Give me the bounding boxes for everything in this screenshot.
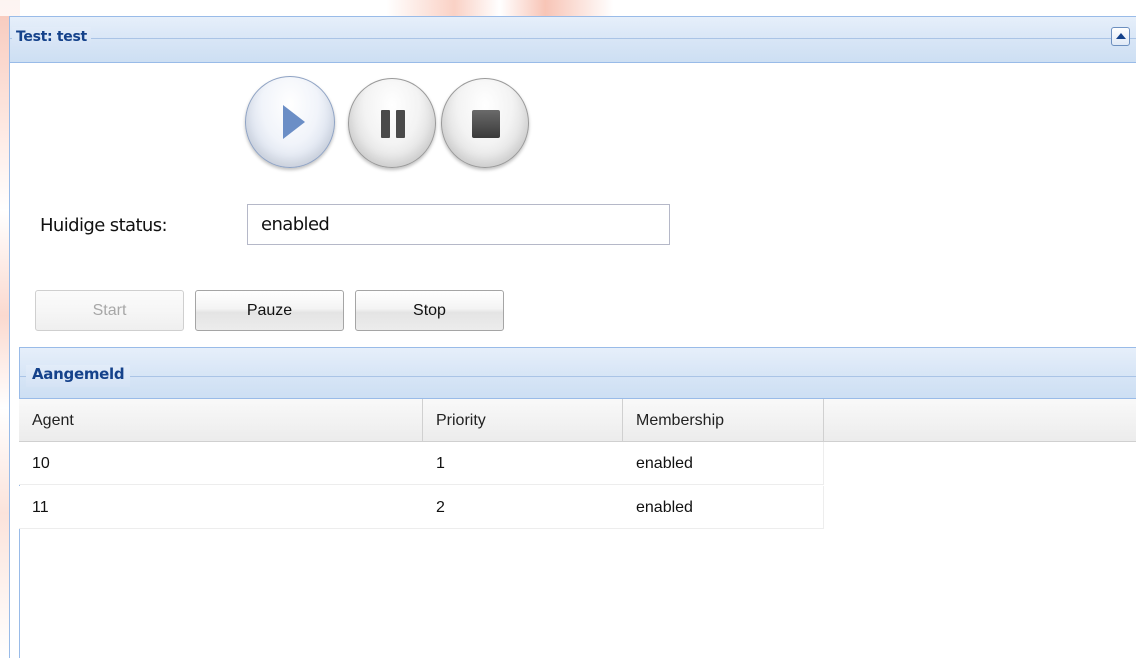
- pause-button[interactable]: [348, 78, 436, 168]
- column-header-row: Agent Priority Membership: [19, 399, 1136, 442]
- membership-cell: enabled: [636, 499, 693, 516]
- agent-cell: 10: [32, 455, 50, 472]
- start-button[interactable]: Start: [35, 290, 184, 331]
- panel-title: Test: test: [16, 29, 87, 45]
- membership-cell: enabled: [636, 455, 693, 472]
- status-label: Huidige status:: [40, 215, 168, 236]
- media-controls: [245, 76, 545, 168]
- collapse-icon[interactable]: [1111, 27, 1130, 46]
- status-field[interactable]: [247, 204, 670, 245]
- priority-cell: 2: [436, 499, 445, 516]
- stop-button[interactable]: [441, 78, 529, 168]
- pauze-button[interactable]: Pauze: [195, 290, 344, 331]
- panel-header: Test: test: [10, 17, 1136, 63]
- pause-icon: [381, 110, 390, 138]
- background-decoration-top: [0, 0, 1136, 16]
- priority-cell: 1: [436, 455, 445, 472]
- table-row[interactable]: 11 2 enabled: [19, 486, 824, 529]
- registered-grid: Aangemeld Agent Priority Membership 10 1…: [9, 347, 1136, 658]
- grid-title-wrap: Aangemeld: [26, 365, 131, 387]
- page: Test: test Huidige status: Start Pauze S…: [0, 0, 1136, 658]
- collapse-up-icon: [1116, 33, 1126, 39]
- table-row[interactable]: 10 1 enabled: [19, 442, 824, 485]
- stop-icon: [472, 110, 500, 138]
- panel-title-rule: [10, 38, 1136, 39]
- grid-title: Aangemeld: [32, 365, 125, 383]
- agent-cell: 11: [32, 499, 49, 516]
- grid-header: Aangemeld: [19, 347, 1136, 399]
- play-button[interactable]: [245, 76, 335, 168]
- play-icon: [283, 105, 305, 139]
- stop-text-button[interactable]: Stop: [355, 290, 504, 331]
- column-header-agent[interactable]: Agent: [19, 399, 423, 442]
- panel-title-wrap: Test: test: [12, 27, 91, 47]
- grid-title-rule: [20, 376, 1136, 377]
- column-header-membership[interactable]: Membership: [623, 399, 824, 442]
- pause-icon-bar: [396, 110, 405, 138]
- column-header-priority[interactable]: Priority: [423, 399, 623, 442]
